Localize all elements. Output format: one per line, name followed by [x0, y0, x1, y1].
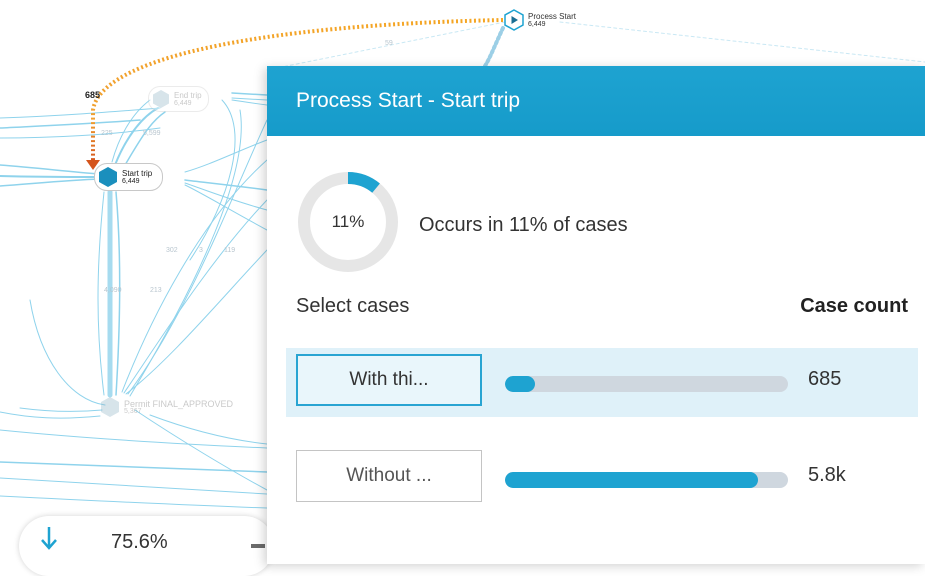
node-start-trip[interactable]: Start trip 6,449 [94, 163, 164, 191]
panel-header: Process Start - Start trip [267, 66, 925, 136]
case-count-value: 685 [808, 368, 842, 390]
donut-percent: 11% [331, 212, 365, 231]
hexagon-node-icon [101, 397, 119, 417]
play-icon [504, 9, 524, 31]
hexagon-node-icon [153, 90, 169, 108]
case-count-bar [505, 376, 788, 392]
case-count-value: 5.8k [808, 464, 846, 486]
edge-label: 213 [150, 287, 162, 294]
node-name: End trip [174, 90, 202, 100]
case-row-with[interactable]: With thi... 685 [286, 348, 918, 417]
arrow-down-icon[interactable] [39, 525, 59, 551]
edge-label: 119 [224, 247, 236, 254]
case-count-bar-fill [505, 376, 535, 392]
hexagon-node-icon [99, 167, 117, 187]
node-count: 5,367 [124, 407, 142, 415]
case-count-header: Case count [800, 295, 908, 317]
edge-label: 4,090 [104, 287, 122, 294]
occurs-text: Occurs in 11% of cases [419, 214, 628, 236]
panel-title: Process Start - Start trip [296, 89, 521, 112]
edge-label: 5,599 [143, 130, 161, 137]
without-activity-button[interactable]: Without ... [296, 450, 482, 502]
with-activity-button[interactable]: With thi... [296, 354, 482, 406]
case-row-without[interactable]: Without ... 5.8k [286, 444, 918, 513]
edge-label: 59 [385, 40, 393, 47]
edge-label-highlighted: 685 [85, 90, 101, 100]
case-count-bar-fill [505, 472, 758, 488]
node-permit-final-approved[interactable]: Permit FINAL_APPROVED 5,367 [99, 396, 233, 418]
occurrence-donut: 11% [296, 170, 400, 274]
zoom-out-icon[interactable] [251, 544, 265, 548]
node-count: 6,449 [122, 177, 140, 185]
node-name: Start trip [122, 168, 153, 178]
node-name: Process Start [528, 11, 577, 21]
case-count-bar [505, 472, 788, 488]
edge-label: 225 [101, 130, 113, 137]
node-count: 6,449 [528, 20, 546, 28]
details-panel: Process Start - Start trip 11% Occurs in… [267, 66, 925, 564]
node-name: Permit FINAL_APPROVED [124, 398, 234, 409]
node-end-trip[interactable]: End trip 6,449 [148, 86, 209, 112]
edge-label: 302 [166, 247, 178, 254]
select-cases-label: Select cases [296, 295, 410, 317]
edge-label: 3 [199, 247, 203, 254]
node-process-start[interactable]: Process Start 6,449 [503, 9, 576, 31]
zoom-level: 75.6% [111, 531, 168, 553]
zoom-control: 75.6% [19, 516, 274, 576]
node-count: 6,449 [174, 99, 192, 107]
